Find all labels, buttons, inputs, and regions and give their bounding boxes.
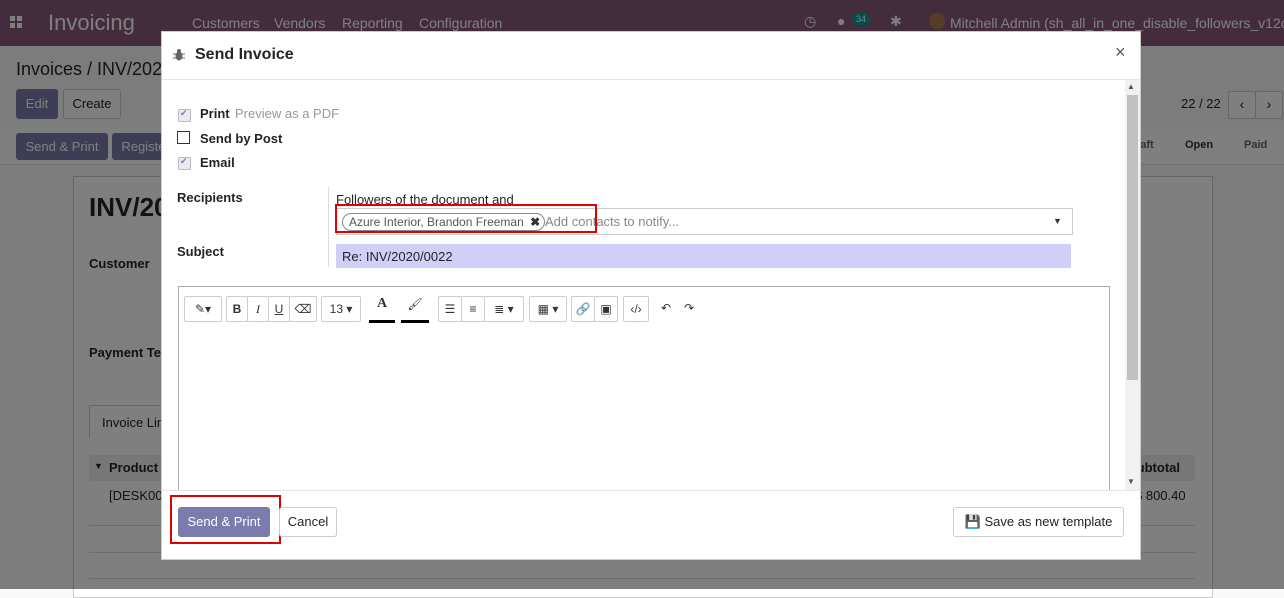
highlight-recipients-box	[335, 204, 597, 233]
recipients-label: Recipients	[177, 190, 243, 205]
redo-icon[interactable]: ↷	[679, 296, 699, 320]
text-color-icon[interactable]: A	[369, 292, 395, 316]
highlight-send-box	[170, 495, 281, 544]
font-size-dropdown[interactable]: 13 ▾	[321, 296, 361, 322]
underline-icon[interactable]: U	[268, 296, 290, 322]
numbered-list-icon[interactable]: ≡	[461, 296, 485, 322]
save-template-label: Save as new template	[984, 514, 1113, 529]
font-size-value: 13	[329, 302, 343, 316]
email-checkbox[interactable]	[178, 156, 191, 170]
undo-icon[interactable]: ↶	[656, 296, 676, 320]
bullet-list-icon[interactable]: ☰	[438, 296, 462, 322]
dialog-body: Print Preview as a PDF Send by Post Emai…	[162, 80, 1140, 490]
print-hint: Preview as a PDF	[235, 106, 340, 121]
save-template-button[interactable]: 💾 Save as new template	[953, 507, 1124, 537]
dialog-footer: Send & Print Cancel 💾 Save as new templa…	[162, 490, 1140, 560]
italic-icon[interactable]: I	[247, 296, 269, 322]
print-label: Print	[200, 106, 230, 121]
dialog-title: Send Invoice	[195, 46, 294, 63]
text-color-bar	[369, 320, 395, 323]
table-dropdown-icon[interactable]: ▦ ▾	[529, 296, 567, 322]
send-by-post-checkbox[interactable]	[177, 131, 190, 144]
highlight-color-bar	[401, 320, 429, 323]
code-view-icon[interactable]: ‹/›	[623, 296, 649, 322]
image-icon[interactable]: ▣	[594, 296, 618, 322]
scroll-up-icon[interactable]: ▲	[1127, 82, 1135, 91]
cancel-button[interactable]: Cancel	[279, 507, 337, 537]
style-magic-icon[interactable]: ✎▾	[184, 296, 222, 322]
bold-icon[interactable]: B	[226, 296, 248, 322]
link-icon[interactable]: 🔗	[571, 296, 595, 322]
floppy-disk-icon: 💾	[964, 514, 981, 529]
email-label: Email	[200, 155, 235, 170]
scroll-down-icon[interactable]: ▼	[1127, 477, 1135, 486]
subject-label: Subject	[177, 244, 224, 259]
subject-input[interactable]: Re: INV/2020/0022	[336, 244, 1071, 268]
close-icon[interactable]: ×	[1115, 42, 1126, 63]
dialog-header: Send Invoice ×	[162, 32, 1140, 80]
align-dropdown-icon[interactable]: ≣ ▾	[484, 296, 524, 322]
eraser-icon[interactable]: ⌫	[289, 296, 317, 322]
scroll-thumb[interactable]	[1127, 95, 1138, 380]
send-by-post-label: Send by Post	[200, 131, 283, 146]
highlight-brush-icon[interactable]: 🖌	[401, 292, 429, 316]
dropdown-caret-icon[interactable]: ▼	[1053, 216, 1062, 226]
print-checkbox[interactable]	[178, 108, 191, 122]
send-invoice-dialog: Send Invoice × Print Preview as a PDF Se…	[161, 31, 1141, 560]
debug-bug-icon	[173, 49, 185, 61]
field-separator	[328, 187, 329, 267]
